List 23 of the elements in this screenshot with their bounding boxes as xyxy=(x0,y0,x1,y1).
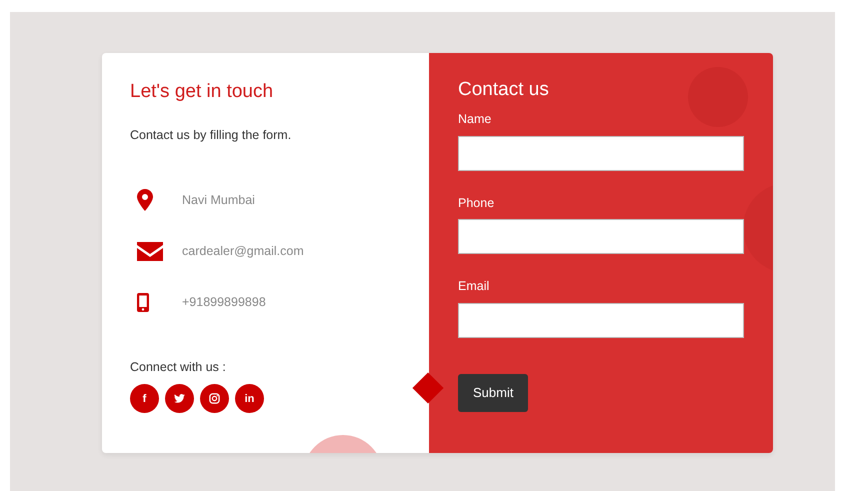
input-field[interactable] xyxy=(458,136,744,171)
contact-detail: cardealer@gmail.com xyxy=(182,242,304,260)
camera-icon xyxy=(209,393,220,404)
phone-icon xyxy=(137,292,149,312)
subtitle-text: Contact us by filling the form. xyxy=(130,126,292,144)
contact-detail: Navi Mumbai xyxy=(182,192,255,209)
instagram-button[interactable] xyxy=(200,384,229,414)
field-label: Email xyxy=(458,278,490,296)
facebook-button[interactable]: f xyxy=(130,384,159,414)
location-pin-icon xyxy=(137,189,153,212)
linkedin-button[interactable]: in xyxy=(235,384,264,414)
bird-icon xyxy=(174,394,185,404)
connect-label: Connect with us : xyxy=(130,358,227,376)
input-field[interactable] xyxy=(458,219,744,254)
section-title: Let's get in touch xyxy=(130,81,274,104)
contact-detail: +91899899898 xyxy=(182,294,266,311)
envelope-icon xyxy=(137,242,163,261)
input-field[interactable] xyxy=(458,303,744,338)
field-label: Phone xyxy=(458,194,496,212)
twitter-button[interactable] xyxy=(165,384,194,414)
submit-button[interactable]: Submit xyxy=(458,374,528,412)
form-title: Contact us xyxy=(458,79,550,102)
field-label: Name xyxy=(458,110,492,128)
